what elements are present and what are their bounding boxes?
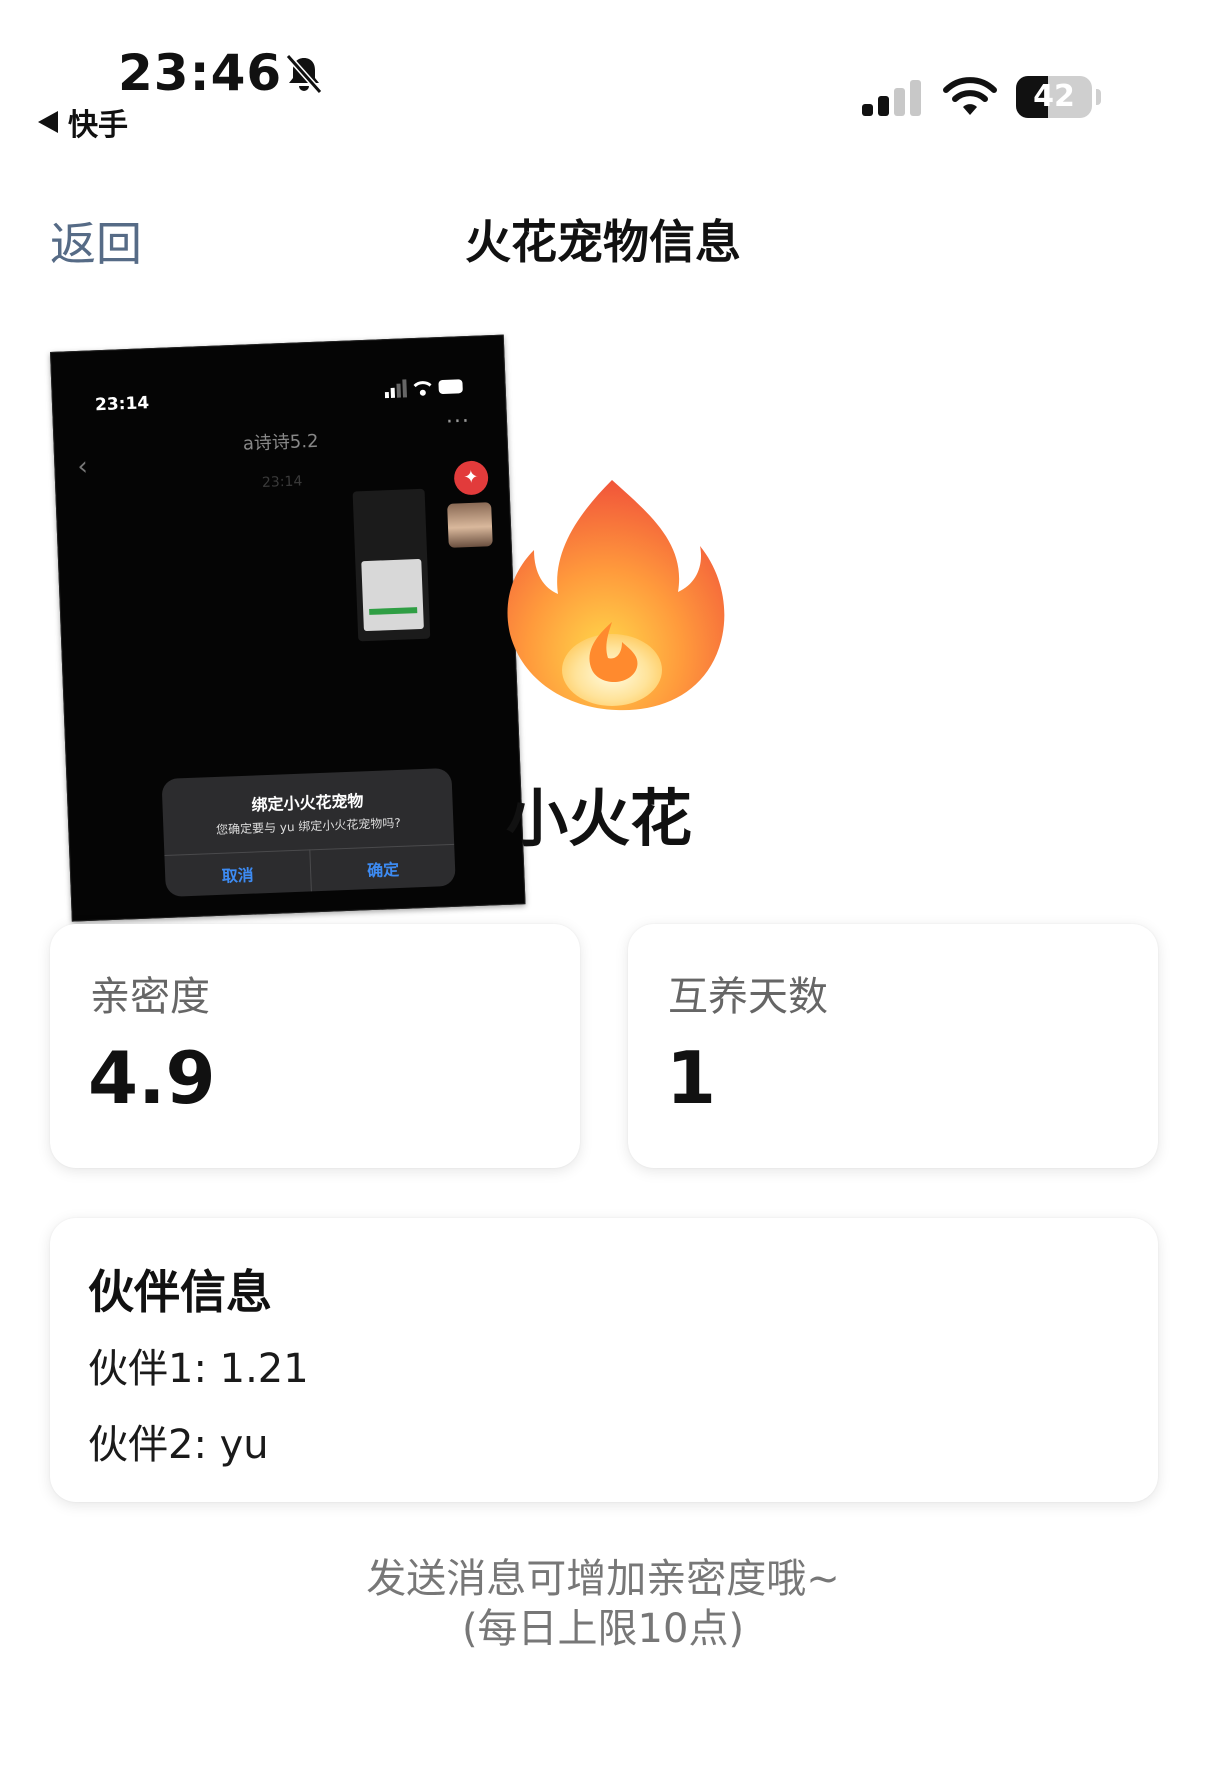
partner-2: 伙伴2: yu xyxy=(88,1422,269,1468)
pet-name: 小火花 xyxy=(506,782,693,855)
back-app-label: 快手 xyxy=(68,108,128,143)
shared-screenshot-image: 23:14 ‹ a诗诗5.2 ··· 23:14 ✦ 绑定小火花宠物 您确定要与… xyxy=(50,334,526,922)
silent-bell-icon xyxy=(285,54,323,94)
partner-info-card: 伙伴信息 伙伴1: 1.21 伙伴2: yu xyxy=(50,1218,1158,1502)
spark-pet-flame-icon xyxy=(507,480,725,711)
screenshot-more-icon: ··· xyxy=(445,408,471,435)
intimacy-card: 亲密度 4.9 xyxy=(50,924,580,1168)
dialog-cancel-label: 取消 xyxy=(221,865,255,886)
screenshot-avatar xyxy=(447,502,493,548)
partner-1: 伙伴1: 1.21 xyxy=(88,1346,309,1392)
wifi-icon xyxy=(943,77,997,115)
dialog-confirm-label: 确定 xyxy=(366,859,400,881)
back-triangle-icon xyxy=(38,111,58,133)
screenshot-time: 23:14 xyxy=(94,393,150,416)
cellular-signal-icon xyxy=(862,80,921,116)
battery-indicator: 42 xyxy=(1016,76,1104,120)
page-title: 火花宠物信息 xyxy=(465,215,741,269)
screenshot-timestamp: 23:14 xyxy=(261,473,303,491)
days-together-card: 互养天数 1 xyxy=(628,924,1158,1168)
intimacy-hint: 发送消息可增加亲密度哦~ xyxy=(366,1556,840,1602)
intimacy-value: 4.9 xyxy=(88,1036,216,1120)
battery-percent: 42 xyxy=(1033,79,1075,114)
intimacy-label: 亲密度 xyxy=(90,974,210,1020)
back-to-app-link[interactable]: 快手 xyxy=(38,100,128,144)
daily-limit-hint: (每日上限10点) xyxy=(461,1606,745,1652)
status-time: 23:46 xyxy=(118,44,283,102)
days-together-label: 互养天数 xyxy=(668,974,828,1020)
partner-info-title: 伙伴信息 xyxy=(88,1265,272,1319)
screenshot-sparkle-icon: ✦ xyxy=(453,460,489,496)
screenshot-dialog: 绑定小火花宠物 您确定要与 yu 绑定小火花宠物吗? 取消 确定 xyxy=(161,767,456,897)
days-together-value: 1 xyxy=(666,1036,717,1120)
screenshot-thumbnail xyxy=(352,488,431,642)
screenshot-status-icons xyxy=(384,379,463,399)
screenshot-chat-name: a诗诗5.2 xyxy=(242,430,319,455)
